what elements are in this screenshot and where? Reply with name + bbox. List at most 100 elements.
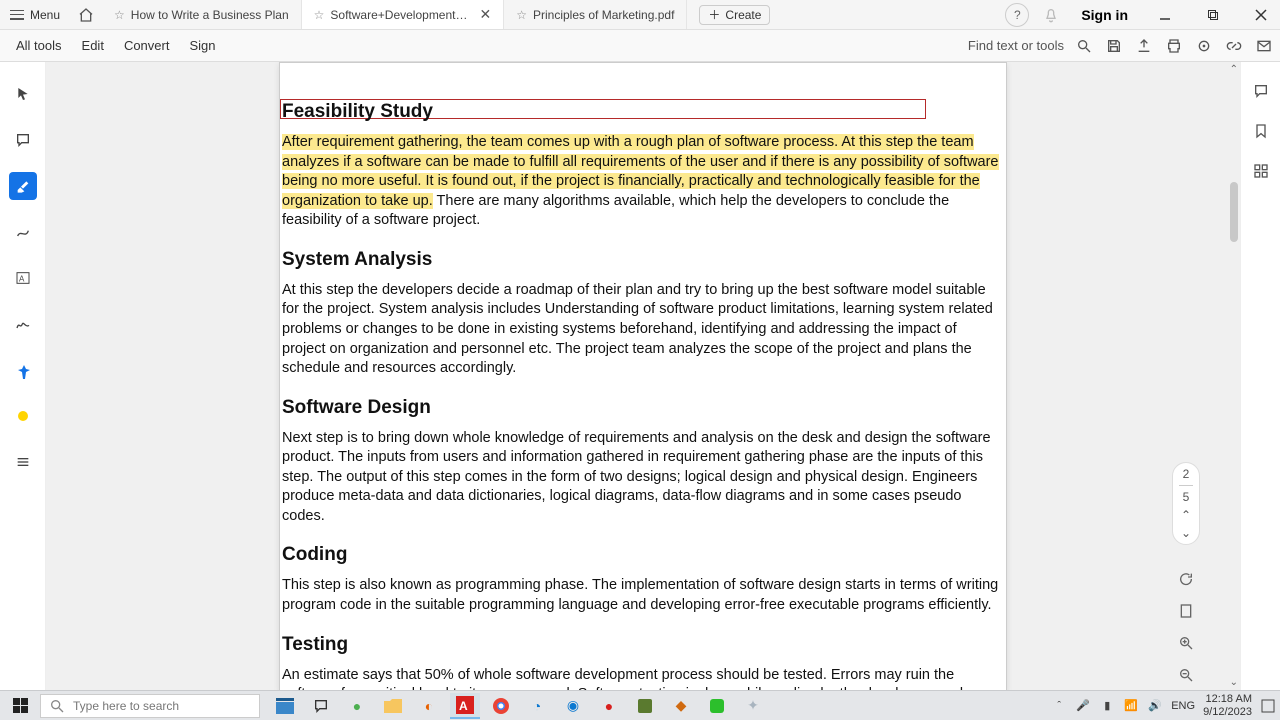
taskbar-app-orange[interactable]: ◆ xyxy=(666,693,696,719)
taskbar-search[interactable]: Type here to search xyxy=(40,694,260,718)
menu-edit[interactable]: Edit xyxy=(72,38,114,53)
fit-page-button[interactable] xyxy=(1175,600,1197,622)
scrollbar-thumb[interactable] xyxy=(1230,182,1238,242)
signin-button[interactable]: Sign in xyxy=(1073,7,1136,23)
star-icon: ☆ xyxy=(114,8,125,22)
section-title-testing: Testing xyxy=(282,634,1004,656)
comments-panel-button[interactable] xyxy=(1250,80,1272,102)
find-label: Find text or tools xyxy=(968,38,1064,53)
tab-business-plan[interactable]: ☆ How to Write a Business Plan xyxy=(102,0,302,29)
start-button[interactable] xyxy=(0,691,40,720)
search-icon xyxy=(49,698,65,714)
taskbar-app-misc[interactable]: ✦ xyxy=(738,693,768,719)
zoom-in-icon xyxy=(1178,635,1194,651)
pdf-page: Feasibility Study After requirement gath… xyxy=(279,62,1007,690)
refresh-button[interactable] xyxy=(1175,568,1197,590)
scroll-down-button[interactable]: ⌄ xyxy=(1230,677,1238,688)
color-tool[interactable] xyxy=(9,402,37,430)
tray-notifications-icon[interactable] xyxy=(1260,698,1276,714)
windows-logo-icon xyxy=(13,698,28,713)
app-icon: ◉ xyxy=(567,697,579,714)
save-icon xyxy=(1106,38,1122,54)
bookmark-icon xyxy=(1253,123,1269,139)
taskbar-app-line[interactable] xyxy=(702,693,732,719)
highlight-tool[interactable] xyxy=(9,172,37,200)
sign-tool[interactable] xyxy=(9,310,37,338)
page-content: Feasibility Study After requirement gath… xyxy=(280,101,1006,690)
taskbar-app-files[interactable] xyxy=(378,693,408,719)
share-button[interactable] xyxy=(1134,36,1154,56)
save-button[interactable] xyxy=(1104,36,1124,56)
taskbar-app-record[interactable]: ● xyxy=(594,693,624,719)
tray-wifi-icon[interactable]: 📶 xyxy=(1123,698,1139,714)
titlebar: Menu ☆ How to Write a Business Plan ☆ So… xyxy=(0,0,1280,30)
taskbar-app-explorer[interactable] xyxy=(270,693,300,719)
tray-date: 9/12/2023 xyxy=(1203,706,1252,718)
app-icon: ✦ xyxy=(747,697,759,714)
menu-label: Menu xyxy=(30,8,60,22)
comment-tool[interactable] xyxy=(9,126,37,154)
section-body-design: Next step is to bring down whole knowled… xyxy=(282,429,1004,527)
tray-chevron-icon[interactable]: ˆ xyxy=(1051,698,1067,714)
mail-button[interactable] xyxy=(1254,36,1274,56)
aihelp-button[interactable] xyxy=(1194,36,1214,56)
text-tool[interactable]: A xyxy=(9,264,37,292)
scroll-up-button[interactable]: ⌃ xyxy=(1230,64,1238,75)
tab-software-development[interactable]: ☆ Software+Development… ✕ xyxy=(302,0,505,29)
print-icon xyxy=(1166,38,1182,54)
window-maximize-button[interactable] xyxy=(1194,0,1232,29)
menu-convert[interactable]: Convert xyxy=(114,38,180,53)
taskbar-app-acrobat[interactable]: A xyxy=(450,693,480,719)
section-title-system: System Analysis xyxy=(282,249,1004,271)
draw-tool[interactable] xyxy=(9,218,37,246)
select-tool[interactable] xyxy=(9,80,37,108)
taskbar-app-edge[interactable]: ◉ xyxy=(558,693,588,719)
menu-all-tools[interactable]: All tools xyxy=(6,38,72,53)
print-button[interactable] xyxy=(1164,36,1184,56)
close-tab-button[interactable]: ✕ xyxy=(480,6,492,23)
target-icon xyxy=(1196,38,1212,54)
pin-tool[interactable] xyxy=(9,356,37,384)
help-button[interactable]: ? xyxy=(1005,3,1029,27)
zoom-out-button[interactable] xyxy=(1175,664,1197,686)
page-navigator: 2 5 ⌃ ⌄ xyxy=(1172,462,1200,545)
chat-icon xyxy=(313,698,329,714)
grid-panel-button[interactable] xyxy=(1250,160,1272,182)
taskbar-app-green[interactable] xyxy=(630,693,660,719)
more-tools[interactable] xyxy=(9,448,37,476)
zoom-in-button[interactable] xyxy=(1175,632,1197,654)
titlebar-right: ? Sign in xyxy=(1005,0,1280,29)
tray-lang[interactable]: ENG xyxy=(1171,700,1195,712)
bell-icon[interactable] xyxy=(1039,3,1063,27)
bookmarks-panel-button[interactable] xyxy=(1250,120,1272,142)
taskbar-app-firefox[interactable]: ◐ xyxy=(414,693,444,719)
taskbar-app-chat[interactable] xyxy=(306,693,336,719)
page-next-button[interactable]: ⌄ xyxy=(1181,526,1191,540)
taskbar-app-chrome[interactable] xyxy=(486,693,516,719)
tray-mic-icon[interactable]: 🎤 xyxy=(1075,698,1091,714)
comment-icon xyxy=(1253,83,1269,99)
document-canvas[interactable]: ⌃ ⌄ Feasibility Study After requirement … xyxy=(46,62,1240,690)
tab-label: Principles of Marketing.pdf xyxy=(533,8,674,22)
search-icon xyxy=(1076,38,1092,54)
menu-sign[interactable]: Sign xyxy=(179,38,225,53)
find-button[interactable] xyxy=(1074,36,1094,56)
mail-icon xyxy=(1256,38,1272,54)
tray-volume-icon[interactable]: 🔊 xyxy=(1147,698,1163,714)
tray-clock[interactable]: 12:18 AM 9/12/2023 xyxy=(1203,693,1252,717)
section-body-coding: This step is also known as programming p… xyxy=(282,576,1004,615)
taskbar-app-wechat[interactable]: ● xyxy=(342,693,372,719)
create-button[interactable]: ＋ Create xyxy=(699,5,770,25)
page-prev-button[interactable]: ⌃ xyxy=(1181,508,1191,522)
home-icon xyxy=(78,7,94,23)
zoom-out-icon xyxy=(1178,667,1194,683)
window-minimize-button[interactable] xyxy=(1146,0,1184,29)
tray-battery-icon[interactable]: ▮ xyxy=(1099,698,1115,714)
menubar: All tools Edit Convert Sign Find text or… xyxy=(0,30,1280,62)
home-button[interactable] xyxy=(70,0,102,29)
window-close-button[interactable] xyxy=(1242,0,1280,29)
link-button[interactable] xyxy=(1224,36,1244,56)
menu-button[interactable]: Menu xyxy=(0,0,70,29)
taskbar-app-edge-legacy[interactable]: ◔ xyxy=(522,693,552,719)
tab-marketing[interactable]: ☆ Principles of Marketing.pdf xyxy=(504,0,687,29)
